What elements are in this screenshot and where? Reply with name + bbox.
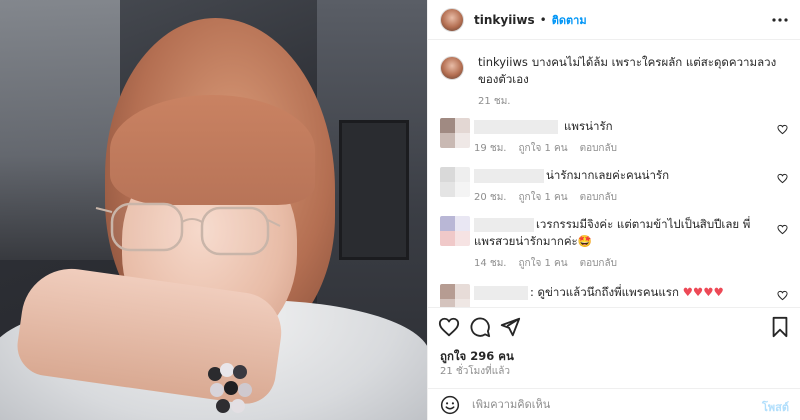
username-link[interactable]: tinkyiiws — [474, 13, 535, 27]
comment-item: เวรกรรมมีจิงค่ะ แต่ตามข้าไปเป็นสิบปีเลย … — [440, 216, 790, 271]
more-horizontal-icon[interactable] — [771, 10, 789, 30]
comment-meta: 14 ชม. ถูกใจ 1 คน ตอบกลับ — [474, 256, 790, 271]
separator-dot: • — [539, 12, 547, 27]
avatar-pixel — [455, 299, 470, 307]
comment-item: แพรน่ารัก 19 ชม. ถูกใจ 1 คน ตอบกลับ — [440, 118, 790, 156]
comment-avatar[interactable] — [440, 216, 470, 246]
avatar-pixel — [440, 231, 455, 246]
comment-likes[interactable]: ถูกใจ 1 คน — [518, 256, 567, 271]
heart-icon[interactable] — [777, 290, 788, 301]
comments-section[interactable]: tinkyiiws บางคนไม่ได้ล้ม เพราะใครผลัก แต่… — [428, 40, 800, 308]
avatar-pixel — [455, 216, 470, 231]
comment-likes[interactable]: ถูกใจ 1 คน — [518, 190, 567, 205]
comment-avatar[interactable] — [440, 284, 470, 307]
blurred-username[interactable] — [474, 120, 558, 134]
comment-time: 20 ชม. — [474, 192, 507, 203]
comment-meta: 19 ชม. ถูกใจ 1 คน ตอบกลับ — [474, 141, 790, 156]
avatar-pixel — [455, 167, 470, 182]
background-shelf — [339, 120, 409, 260]
comment-input[interactable] — [472, 398, 732, 411]
blurred-username[interactable] — [474, 286, 528, 300]
comment-text: น่ารักมากเลยค่ะคนน่ารัก — [546, 168, 670, 182]
avatar-pixel — [440, 284, 455, 299]
subject-bangs — [110, 95, 315, 205]
follow-button[interactable]: ติดตาม — [552, 11, 587, 29]
bead-bracelet — [208, 363, 252, 413]
comment-time: 19 ชม. — [474, 143, 507, 154]
comment-item: : ดูข่าวแล้วนึกถึงพี่แพรคนแรก ♥♥♥♥ — [440, 284, 790, 307]
heart-icon[interactable] — [777, 124, 788, 135]
comment-time: 14 ชม. — [474, 258, 507, 269]
post-caption: tinkyiiws บางคนไม่ได้ล้ม เพราะใครผลัก แต่… — [440, 54, 780, 109]
avatar[interactable] — [440, 7, 464, 32]
caption-username[interactable]: tinkyiiws — [478, 55, 528, 69]
comment-likes[interactable]: ถูกใจ 1 คน — [518, 141, 567, 156]
action-bar — [428, 308, 800, 348]
heart-icon[interactable] — [777, 224, 788, 235]
avatar-pixel — [455, 284, 470, 299]
avatar-pixel — [440, 133, 455, 148]
post-timestamp: 21 ชั่วโมงที่แล้ว — [440, 366, 510, 377]
post-photo[interactable] — [0, 0, 427, 420]
bookmark-icon[interactable] — [769, 316, 791, 338]
emoji-icon[interactable] — [440, 395, 460, 415]
comment-text: : ดูข่าวแล้วนึกถึงพี่แพรคนแรก ♥♥♥♥ — [530, 285, 724, 299]
avatar-pixel — [455, 118, 470, 133]
reply-button[interactable]: ตอบกลับ — [580, 141, 617, 156]
comment-text: แพรน่ารัก — [564, 119, 613, 133]
avatar-pixel — [440, 299, 455, 307]
add-comment-bar: โพสต์ — [428, 388, 800, 420]
comment-meta: 20 ชม. ถูกใจ 1 คน ตอบกลับ — [474, 190, 790, 205]
avatar-pixel — [440, 118, 455, 133]
heart-icon[interactable] — [777, 173, 788, 184]
avatar-pixel — [455, 182, 470, 197]
blurred-username[interactable] — [474, 218, 534, 232]
avatar-pixel — [440, 216, 455, 231]
send-icon[interactable] — [499, 316, 521, 338]
subject-glasses — [95, 202, 281, 256]
avatar-pixel — [455, 231, 470, 246]
comment-item: น่ารักมากเลยค่ะคนน่ารัก 20 ชม. ถูกใจ 1 ค… — [440, 167, 790, 205]
reply-button[interactable]: ตอบกลับ — [580, 256, 617, 271]
caption-text: tinkyiiws บางคนไม่ได้ล้ม เพราะใครผลัก แต่… — [478, 54, 780, 88]
caption-avatar[interactable] — [440, 56, 464, 80]
caption-time: 21 ชม. — [478, 96, 511, 107]
avatar-pixel — [455, 133, 470, 148]
post-header: tinkyiiws • ติดตาม — [428, 0, 800, 40]
avatar-pixel — [440, 167, 455, 182]
heart-icon[interactable] — [438, 316, 460, 338]
comment-avatar[interactable] — [440, 118, 470, 148]
blurred-username[interactable] — [474, 169, 544, 183]
avatar-pixel — [440, 182, 455, 197]
comment-avatar[interactable] — [440, 167, 470, 197]
reply-button[interactable]: ตอบกลับ — [580, 190, 617, 205]
post-button[interactable]: โพสต์ — [762, 398, 789, 416]
post-panel: tinkyiiws • ติดตาม tinkyiiws บางคนไม่ได้ล… — [427, 0, 800, 420]
comment-icon[interactable] — [469, 316, 491, 338]
